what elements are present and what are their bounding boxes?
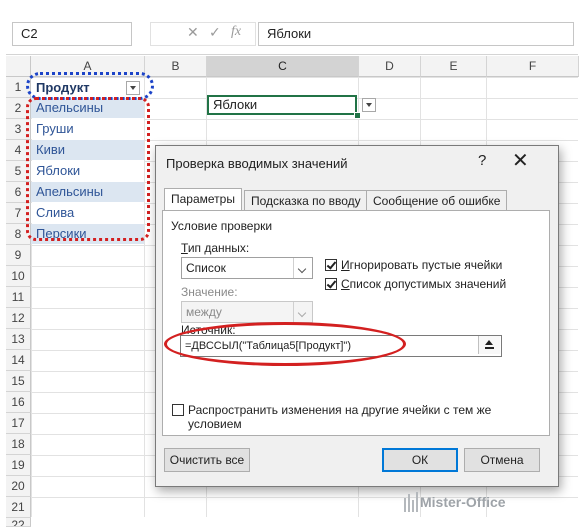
fill-handle[interactable] xyxy=(354,112,361,119)
cell-dropdown-icon[interactable] xyxy=(362,98,376,112)
in-cell-dropdown-checkbox[interactable] xyxy=(325,278,337,290)
row-header[interactable]: 21 xyxy=(6,497,31,518)
formula-buttons: ✕ ✓ fx xyxy=(150,22,256,46)
select-all-corner[interactable] xyxy=(6,56,31,77)
chevron-down-icon[interactable] xyxy=(293,258,312,278)
tab-error-alert[interactable]: Сообщение об ошибке xyxy=(366,190,508,210)
row-header[interactable]: 16 xyxy=(6,392,31,413)
tab-settings[interactable]: Параметры xyxy=(164,188,242,210)
column-header-b[interactable]: B xyxy=(145,56,207,77)
apply-all-label-line1: Распространить изменения на другие ячейк… xyxy=(188,403,492,417)
row-header[interactable]: 13 xyxy=(6,329,31,350)
column-header-d[interactable]: D xyxy=(359,56,421,77)
section-title: Условие проверки xyxy=(171,219,273,233)
ignore-blank-label: Игнорировать пустые ячейки xyxy=(341,258,503,272)
row-header[interactable]: 17 xyxy=(6,413,31,434)
annotation-red-oval xyxy=(164,322,406,366)
ignore-blank-checkbox[interactable] xyxy=(325,259,337,271)
clear-all-button[interactable]: Очистить все xyxy=(164,448,250,472)
column-header-e[interactable]: E xyxy=(421,56,487,77)
row-header[interactable]: 19 xyxy=(6,455,31,476)
column-header-c[interactable]: C xyxy=(207,56,359,77)
watermark-text: Mister-Office xyxy=(420,494,506,510)
collapse-range-icon[interactable] xyxy=(478,336,500,354)
name-box[interactable]: C2 xyxy=(12,22,132,46)
annotation-blue-oval xyxy=(26,72,154,100)
column-header-f[interactable]: F xyxy=(487,56,579,77)
row-header[interactable]: 9 xyxy=(6,245,31,266)
in-cell-dropdown-label: Список допустимых значений xyxy=(341,277,507,291)
row-header[interactable]: 10 xyxy=(6,266,31,287)
data-type-select[interactable]: Список xyxy=(181,257,313,279)
value-label: Значение: xyxy=(181,285,238,299)
check-icon[interactable]: ✓ xyxy=(209,24,221,41)
row-header[interactable]: 12 xyxy=(6,308,31,329)
cancel-icon[interactable]: ✕ xyxy=(187,24,199,41)
tab-input-message[interactable]: Подсказка по вводу xyxy=(244,190,368,210)
apply-all-label-line2: условием xyxy=(188,417,242,431)
row-header[interactable]: 18 xyxy=(6,434,31,455)
data-type-label: Тип данных: xyxy=(181,241,250,255)
row-header[interactable]: 11 xyxy=(6,287,31,308)
fx-icon[interactable]: fx xyxy=(231,24,241,40)
row-header[interactable]: 14 xyxy=(6,350,31,371)
close-icon[interactable]: ✕ xyxy=(512,148,529,173)
cancel-button[interactable]: Отмена xyxy=(464,448,540,472)
formula-input[interactable]: Яблоки xyxy=(258,22,574,46)
active-cell-c2[interactable]: Яблоки xyxy=(207,95,357,115)
row-header[interactable]: 15 xyxy=(6,371,31,392)
chevron-down-icon xyxy=(293,302,312,322)
data-validation-dialog: Проверка вводимых значений ? ✕ Параметры… xyxy=(155,145,559,487)
row-header[interactable]: 20 xyxy=(6,476,31,497)
apply-all-checkbox[interactable] xyxy=(172,404,184,416)
dialog-title: Проверка вводимых значений xyxy=(166,156,348,171)
annotation-red-frame xyxy=(26,97,150,241)
ok-button[interactable]: ОК xyxy=(382,448,458,472)
value-select: между xyxy=(181,301,313,323)
help-icon[interactable]: ? xyxy=(478,152,486,169)
